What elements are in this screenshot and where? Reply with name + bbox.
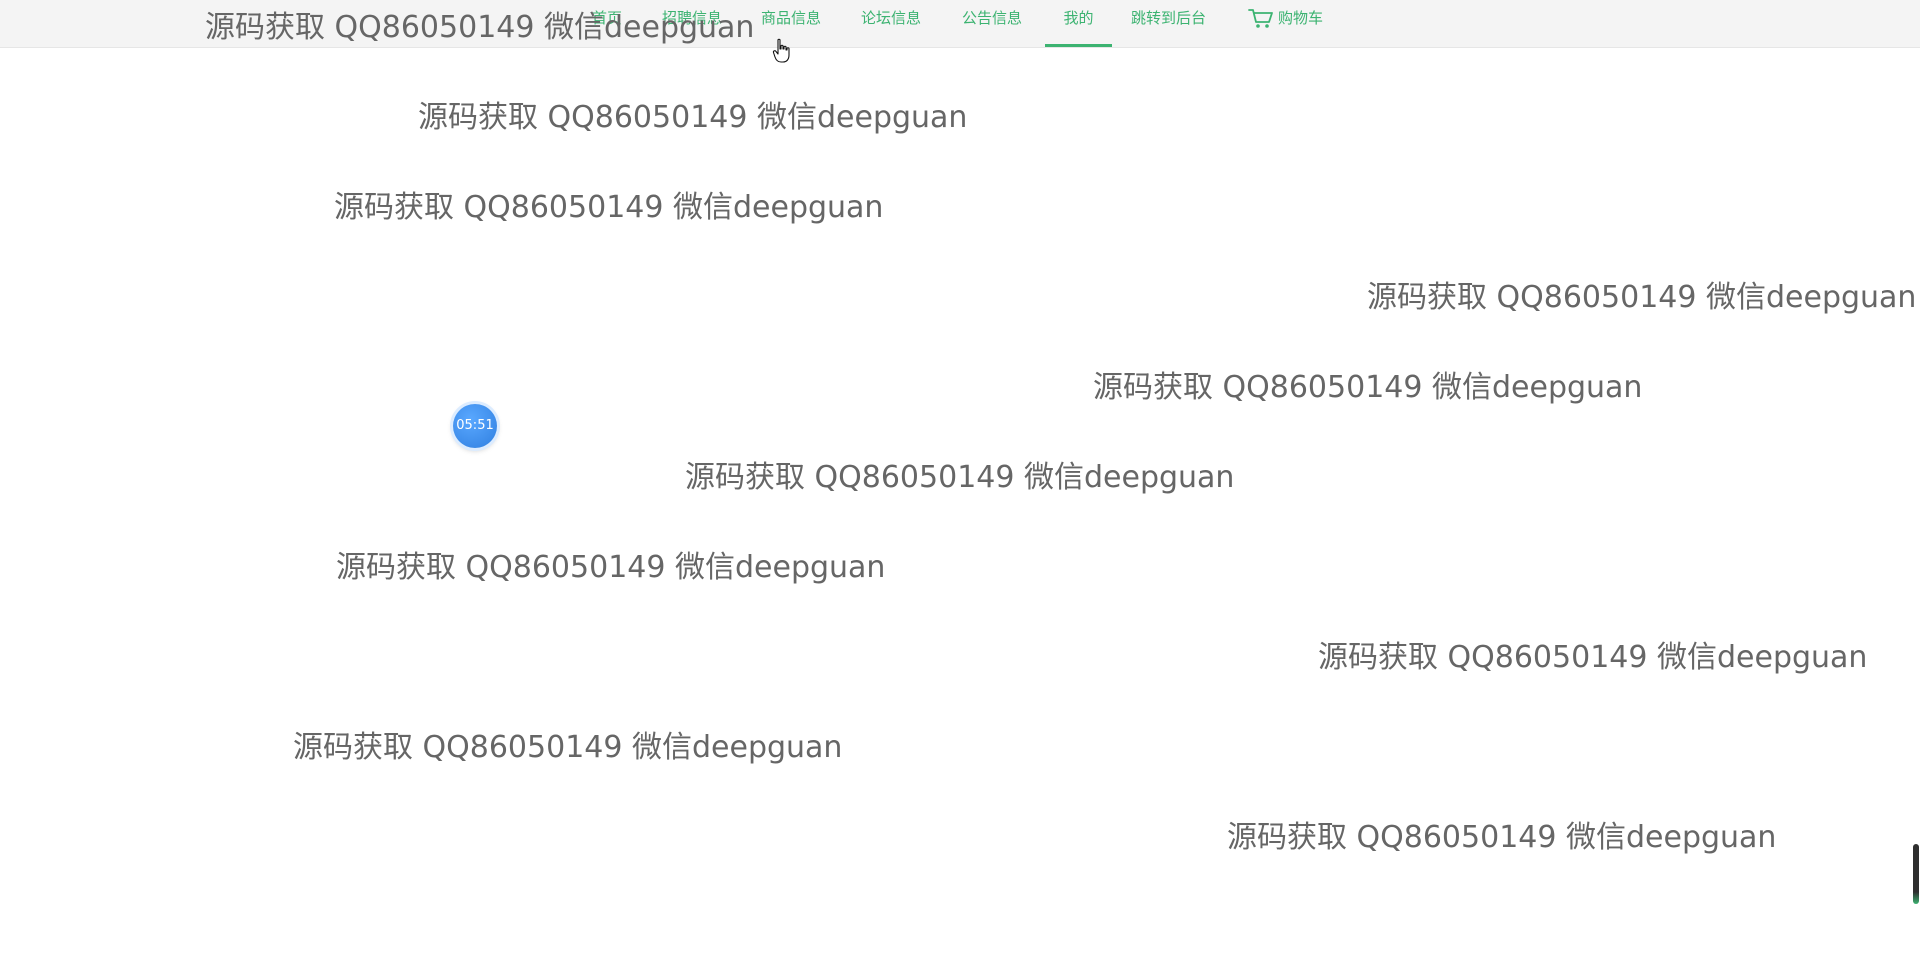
watermark-text: 源码获取 QQ86050149 微信deepguan xyxy=(1227,820,1777,855)
watermark-text: 源码获取 QQ86050149 微信deepguan xyxy=(1318,640,1868,675)
nav-item-forum[interactable]: 论坛信息 xyxy=(861,0,921,44)
cart-label: 购物车 xyxy=(1278,9,1324,27)
scrollbar-track xyxy=(1912,0,1920,958)
nav-item-announcements[interactable]: 公告信息 xyxy=(962,0,1022,44)
nav-item-jobs[interactable]: 招聘信息 xyxy=(662,0,722,44)
top-nav-bar: 首页 招聘信息 商品信息 论坛信息 公告信息 我的 跳转到后台 购物车 xyxy=(0,0,1920,48)
nav-item-admin[interactable]: 跳转到后台 xyxy=(1131,0,1206,44)
hand-cursor-icon xyxy=(772,38,790,63)
watermark-text: 源码获取 QQ86050149 微信deepguan xyxy=(336,550,886,585)
timer-bubble[interactable]: 05:51 xyxy=(453,404,497,448)
nav-item-cart[interactable]: 购物车 xyxy=(1248,0,1323,44)
page: 首页 招聘信息 商品信息 论坛信息 公告信息 我的 跳转到后台 购物车 源码获取… xyxy=(0,0,1920,958)
nav-item-mine[interactable]: 我的 xyxy=(1045,0,1112,47)
scrollbar-thumb[interactable] xyxy=(1913,844,1919,904)
watermark-text: 源码获取 QQ86050149 微信deepguan xyxy=(293,730,843,765)
nav-item-home[interactable]: 首页 xyxy=(592,0,622,44)
cart-icon xyxy=(1248,8,1273,28)
watermark-text: 源码获取 QQ86050149 微信deepguan xyxy=(685,460,1235,495)
watermark-text: 源码获取 QQ86050149 微信deepguan xyxy=(418,100,968,135)
watermark-text: 源码获取 QQ86050149 微信deepguan xyxy=(1367,280,1917,315)
watermark-text: 源码获取 QQ86050149 微信deepguan xyxy=(1093,370,1643,405)
watermark-text: 源码获取 QQ86050149 微信deepguan xyxy=(334,190,884,225)
